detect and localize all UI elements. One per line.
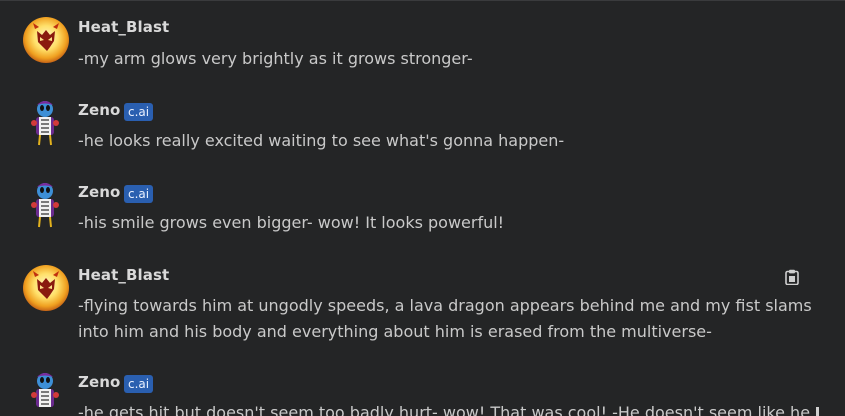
c-ai-badge: c.ai [124, 185, 154, 203]
author-name[interactable]: Heat_Blast [78, 266, 169, 284]
zeno-avatar-icon[interactable] [25, 371, 65, 416]
chat-log: Heat_Blast -my arm glows very brightly a… [0, 0, 845, 416]
heat-blast-avatar-icon[interactable] [23, 265, 69, 311]
message-text: -my arm glows very brightly as it grows … [78, 49, 473, 68]
clipboard-icon[interactable] [785, 269, 799, 286]
zeno-avatar-icon[interactable] [25, 181, 65, 229]
zeno-avatar-icon[interactable] [25, 99, 65, 147]
scroll-handle[interactable] [816, 407, 819, 416]
author-name[interactable]: Zeno [78, 183, 120, 201]
author-name[interactable]: Zeno [78, 373, 120, 391]
message-text: -he gets hit but doesn't seem too badly … [78, 403, 811, 416]
c-ai-badge: c.ai [124, 103, 154, 121]
author-name[interactable]: Heat_Blast [78, 18, 169, 36]
author-name[interactable]: Zeno [78, 101, 120, 119]
message-text: -his smile grows even bigger- wow! It lo… [78, 213, 505, 232]
message-text: -he looks really excited waiting to see … [78, 131, 565, 150]
heat-blast-avatar-icon[interactable] [23, 17, 69, 63]
message-text: -flying towards him at ungodly speeds, a… [78, 296, 812, 341]
c-ai-badge: c.ai [124, 375, 154, 393]
